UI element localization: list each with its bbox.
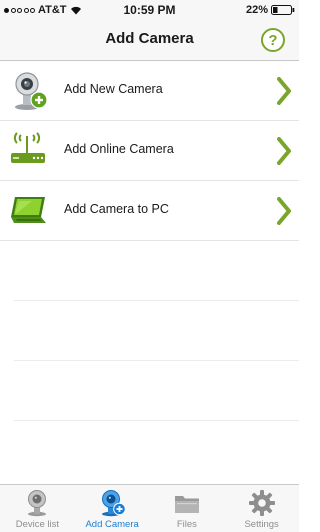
list-item-label: Add Camera to PC <box>64 202 169 216</box>
tab-label: Device list <box>15 519 60 530</box>
tab-device-list[interactable]: Device list <box>0 485 75 532</box>
status-right: 22% <box>246 4 295 16</box>
battery-percent: 22% <box>245 4 268 16</box>
empty-row <box>14 421 299 443</box>
chevron-right-icon <box>277 77 291 105</box>
list-item-label: Add Online Camera <box>64 142 174 156</box>
battery-icon <box>271 5 295 15</box>
tab-label: Files <box>176 519 197 530</box>
chevron-right-icon <box>277 197 291 225</box>
gear-icon <box>248 490 275 516</box>
page-title: Add Camera <box>105 30 194 47</box>
tab-bar: Device list Add Camera Files Settings <box>0 484 299 532</box>
tab-settings[interactable]: Settings <box>224 485 299 532</box>
laptop-icon <box>11 197 46 223</box>
empty-row <box>14 361 299 421</box>
tab-label: Settings <box>244 519 279 530</box>
empty-row <box>14 301 299 361</box>
help-button[interactable]: ? <box>261 28 285 52</box>
list-item-add-camera-to-pc[interactable]: Add Camera to PC <box>0 181 299 241</box>
tab-files[interactable]: Files <box>150 485 225 532</box>
router-icon <box>11 132 45 163</box>
tab-label: Add Camera <box>85 519 139 530</box>
empty-row <box>14 241 299 301</box>
webcam-icon <box>28 490 47 517</box>
chevron-right-icon <box>277 137 291 165</box>
list-item-add-online-camera[interactable]: Add Online Camera <box>0 121 299 181</box>
navigation-bar: Add Camera ? <box>0 20 299 61</box>
tab-add-camera[interactable]: Add Camera <box>75 485 150 532</box>
webcam-add-icon <box>15 72 48 110</box>
status-bar: AT&T 10:59 PM 22% <box>0 0 299 20</box>
add-camera-options-list: Add New Camera Add Online Camera Add Cam… <box>0 61 299 443</box>
list-item-label: Add New Camera <box>64 82 163 96</box>
folder-icon <box>174 496 199 513</box>
add-camera-icon <box>102 490 126 517</box>
list-item-add-new-camera[interactable]: Add New Camera <box>0 61 299 121</box>
help-icon: ? <box>268 31 278 49</box>
